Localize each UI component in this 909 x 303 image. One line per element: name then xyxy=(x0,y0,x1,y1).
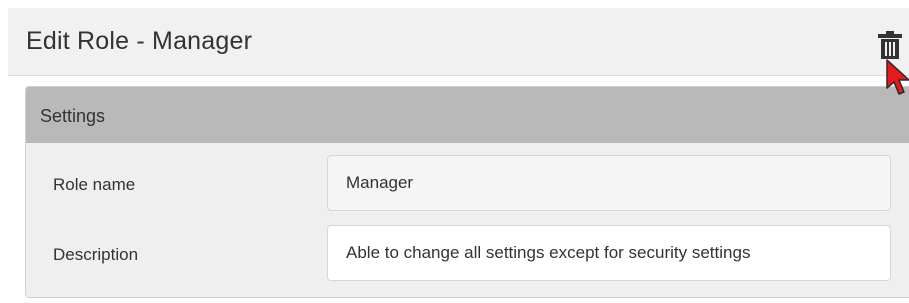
settings-panel: Settings Role name Description xyxy=(25,86,909,298)
mouse-pointer-icon xyxy=(885,58,909,100)
role-name-row: Role name xyxy=(26,153,909,215)
edit-role-dialog: Edit Role - Manager Settings Role name D… xyxy=(0,0,909,303)
settings-header-label: Settings xyxy=(40,106,106,126)
role-name-field[interactable] xyxy=(327,155,891,211)
dialog-header: Edit Role - Manager xyxy=(8,8,909,76)
trash-icon[interactable] xyxy=(877,30,903,60)
description-label: Description xyxy=(53,245,139,264)
page-title: Edit Role - Manager xyxy=(26,27,253,55)
description-field[interactable] xyxy=(327,225,891,281)
settings-panel-header: Settings xyxy=(26,87,909,143)
description-row: Description xyxy=(26,223,909,285)
role-name-label: Role name xyxy=(53,175,136,194)
